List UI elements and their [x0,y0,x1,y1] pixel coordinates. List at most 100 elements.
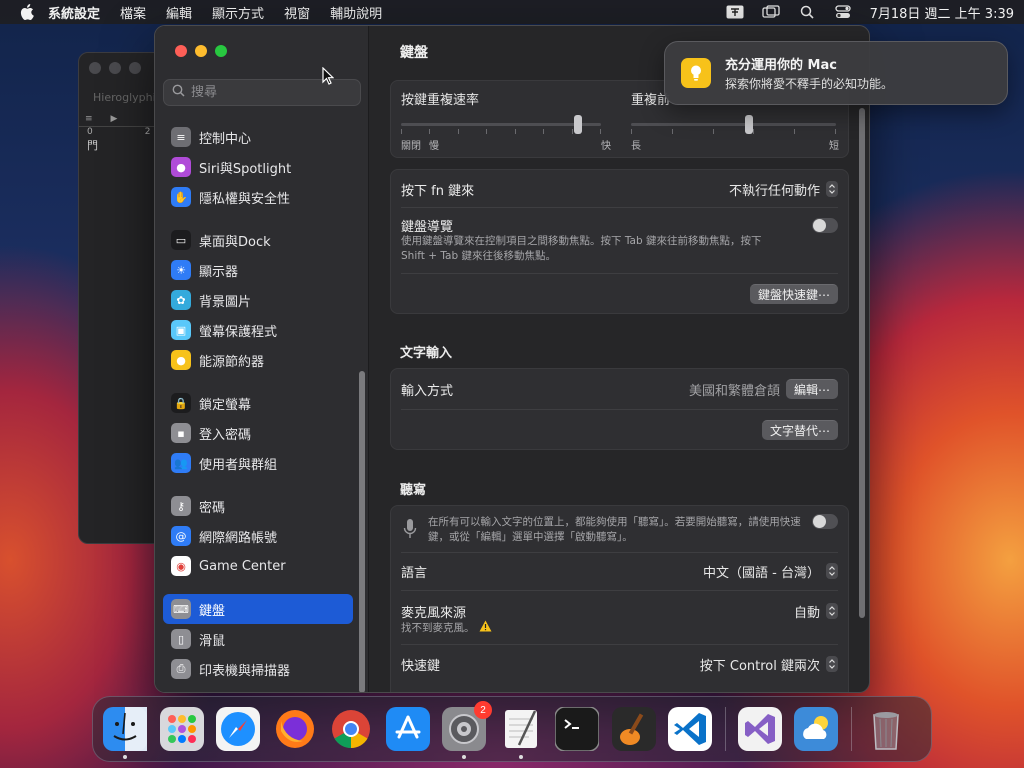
keyboard-nav-toggle[interactable] [812,217,838,233]
apple-menu-icon[interactable] [20,4,34,20]
bulb-icon: ● [171,350,191,370]
dock-trash-icon[interactable] [864,707,908,751]
dictation-language-popup[interactable]: 中文（國語 - 台灣） [703,562,838,581]
sidebar-item-sun[interactable]: ☀ 顯示器 [163,255,353,285]
tips-bulb-icon [681,58,711,88]
sidebar-item-printer[interactable]: ⎙ 印表機與掃描器 [163,654,353,684]
sidebar-item-flower[interactable]: ✿ 背景圖片 [163,285,353,315]
sidebar-item-label: 顯示器 [199,264,239,280]
dock-separator [724,707,726,751]
notification-title: 充分運用你的 Mac [725,58,837,73]
zoom-button[interactable] [215,45,227,57]
dictation-shortcut-row: 快速鍵 按下 Control 鍵兩次 [401,653,838,675]
window-controls [175,45,227,57]
input-source-label: 輸入方式 [401,383,454,399]
menu-help[interactable]: 輔助說明 [330,3,382,22]
sidebar-item-key[interactable]: ⚷ 密碼 [163,491,353,521]
spotlight-search-icon[interactable] [798,5,816,19]
popup-chevron-icon [826,181,838,197]
sidebar-item-dock[interactable]: ▭ 桌面與Dock [163,225,353,255]
mic-source-popup[interactable]: 自動 [794,602,838,621]
key-repeat-slow-label: 慢 [429,141,439,152]
mic-source-value: 自動 [793,605,820,621]
dock-firefox-icon[interactable] [273,707,317,751]
notification-body: 探索你將愛不釋手的必知功能。 [725,77,894,91]
main-scrollbar[interactable] [859,108,865,618]
dictation-desc-line1: 在所有可以輸入文字的位置上，都能夠使用「聽寫」。若要開始聽寫，請使用快速 [428,516,801,528]
menu-file[interactable]: 檔案 [120,3,146,22]
fn-key-label: 按下 fn 鍵來 [401,183,475,199]
sidebar-item-siri[interactable]: ● Siri與Spotlight [163,152,353,182]
sidebar-scrollbar[interactable] [359,371,365,692]
slider-tick [835,129,836,134]
lock-icon: 🔒 [171,393,191,413]
dock-system-settings-icon[interactable]: 2 [442,701,492,759]
input-method-icon[interactable] [726,5,744,19]
slider-tick [631,129,632,134]
sidebar: ≡ 控制中心 ● Siri與Spotlight ✋ 隱私權與安全性 ▭ 桌面與Dock ☀ 顯示器… [155,26,369,692]
siri-icon: ● [171,157,191,177]
slider-tick [401,129,402,134]
menu-edit[interactable]: 編輯 [166,3,192,22]
running-indicator [462,755,466,759]
sidebar-item-keyboard[interactable]: ⌨ 鍵盤 [163,594,353,624]
dock-app-store-icon[interactable] [385,707,430,751]
mic-source-row: 麥克風來源 自動 [401,600,838,622]
sidebar-item-label: 印表機與掃描器 [199,663,291,679]
keyboard-shortcuts-button[interactable]: 鍵盤快速鍵⋯ [749,284,838,304]
slider-knob[interactable] [745,115,754,134]
search-icon [172,84,185,101]
dock-safari-icon[interactable] [216,707,260,751]
sidebar-item-bulb[interactable]: ● 能源節約器 [163,345,353,375]
edit-input-sources-button[interactable]: 編輯⋯ [785,379,838,399]
text-replacements-button[interactable]: 文字替代⋯ [761,420,838,440]
minimize-button[interactable] [195,45,207,57]
dictation-shortcut-popup[interactable]: 按下 Control 鍵兩次 [700,655,838,674]
dock-visual-studio-icon[interactable] [737,707,782,751]
slider-tick [486,129,488,134]
slider-knob[interactable] [573,115,582,134]
control-center-menubar-icon[interactable] [834,5,852,19]
divider [401,409,838,410]
sidebar-item-lock[interactable]: 🔒 鎖定螢幕 [163,388,353,418]
menu-view[interactable]: 顯示方式 [212,3,264,22]
control-center-icon: ≡ [171,127,191,147]
dictation-toggle[interactable] [812,514,838,529]
dictation-shortcut-value: 按下 Control 鍵兩次 [699,658,820,674]
dock-garageband-icon[interactable] [611,707,656,751]
sidebar-item-label: 密碼 [199,500,226,516]
text-input-group: 輸入方式 美國和繁體倉頡 編輯⋯ 文字替代⋯ [390,368,849,450]
sidebar-item-users[interactable]: 👥 使用者與群組 [163,448,353,478]
sidebar-item-mouse[interactable]: ▯ 滑鼠 [163,624,353,654]
sidebar-item-game-center[interactable]: ◉ Game Center [163,551,353,581]
key-repeat-slider[interactable] [401,115,601,139]
sidebar-item-control-center[interactable]: ≡ 控制中心 [163,122,353,152]
password-icon: ▪ [171,423,191,443]
sidebar-item-hand[interactable]: ✋ 隱私權與安全性 [163,182,353,212]
dock-vscode-icon[interactable] [668,707,712,751]
menubar-clock[interactable]: 7月18日 週二 上午 3:39 [870,3,1014,22]
dock-weather-icon[interactable] [794,707,838,751]
notification-banner[interactable]: 充分運用你的 Mac 探索你將愛不釋手的必知功能。 [664,41,1008,105]
fn-key-popup[interactable]: 不執行任何動作 [729,180,838,199]
close-button[interactable] [175,45,187,57]
dock-chrome-icon[interactable] [329,707,373,751]
dock-textedit-icon[interactable] [499,707,543,759]
dock-finder-icon[interactable] [103,707,147,759]
slider-tick [571,129,573,134]
menu-app-name[interactable]: 系統設定 [48,3,100,22]
dictation-language-label: 語言 [401,565,428,581]
dock-terminal-icon[interactable] [555,707,599,751]
delay-slider[interactable] [631,115,836,139]
sidebar-item-password[interactable]: ▪ 登入密碼 [163,418,353,448]
dock-launchpad-icon[interactable] [159,707,204,751]
sidebar-item-screensaver[interactable]: ▣ 螢幕保護程式 [163,315,353,345]
menu-window[interactable]: 視窗 [284,3,310,22]
divider [401,552,838,553]
running-indicator [123,755,127,759]
sidebar-item-at[interactable]: @ 網際網路帳號 [163,521,353,551]
window-switch-icon[interactable] [761,5,780,19]
